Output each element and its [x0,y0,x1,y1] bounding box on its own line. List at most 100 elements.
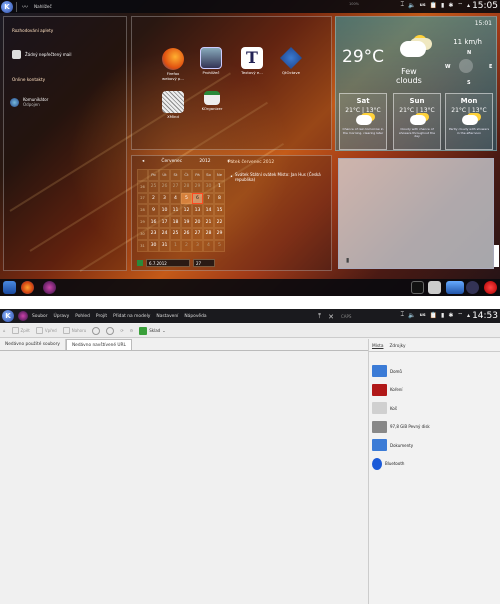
back-icon[interactable] [92,326,101,335]
maximize-icon[interactable]: ⤒ [318,312,321,321]
reload-icon[interactable]: ⟳ [120,328,123,333]
app-korganizer[interactable]: KOrganizer [192,91,232,112]
mail-item[interactable]: Žádný nepřečtený mail [12,50,71,59]
week-input[interactable]: 27 [193,259,215,267]
icons-view-button[interactable]: Zpět [11,327,30,334]
calendar-day[interactable]: 20 [192,216,203,228]
tray-expand-icon[interactable]: ▴ [467,2,470,9]
prev-month-icon[interactable]: ◂ [142,159,144,164]
calendar-day[interactable]: 30 [148,239,159,252]
split-button[interactable]: Sklad ⌄ [139,326,166,335]
calendar-day[interactable]: 7 [203,192,214,205]
kde-menu-icon[interactable]: K [1,0,13,13]
date-input[interactable]: 6.7.2012 [146,259,190,267]
calendar-day[interactable]: 23 [148,227,159,240]
power-icon[interactable] [484,281,497,294]
calendar-day[interactable]: 19 [181,216,192,228]
panel-clock[interactable]: 15:05 [472,1,498,11]
file-view[interactable] [0,352,368,604]
calendar-day[interactable]: 2 [181,239,192,252]
calendar-day[interactable]: 21 [203,216,214,228]
terminal-icon[interactable] [411,281,424,294]
details-view-button[interactable]: Vpřed [35,327,57,334]
calendar-day[interactable]: 25 [170,227,181,240]
window-icon[interactable]: 〰 [22,2,28,11]
trash-icon[interactable] [428,281,441,294]
folder-icon[interactable] [446,281,464,294]
tab-sources[interactable]: Zdrojky [389,344,405,349]
calendar-day[interactable]: 15 [214,204,225,217]
calendar-day[interactable]: 11 [170,204,181,217]
panel-tab[interactable] [494,245,499,267]
calendar-day[interactable]: 16 [148,216,159,228]
app-qtoctave[interactable]: QtOctave [271,47,311,76]
calendar-day[interactable]: 22 [214,216,225,228]
calendar-day[interactable]: 18 [170,216,181,228]
keyboard-layout[interactable]: us [420,3,426,8]
wifi-icon[interactable]: ⌔ [457,1,463,9]
app-text-editor[interactable]: T Textový e... [232,47,272,76]
place-item[interactable]: Bluetooth [372,457,404,470]
wifi-icon[interactable]: ⌔ [457,311,463,319]
calendar-day[interactable]: 1 [214,180,225,193]
calendar-day[interactable]: 28 [181,180,192,193]
today-icon[interactable] [137,260,143,266]
calendar-day[interactable]: 29 [214,227,225,240]
calendar-day[interactable]: 26 [159,180,170,193]
calendar-day[interactable]: 17 [159,216,170,228]
app-viewer[interactable]: Prohlížeč [191,47,231,76]
firefox-taskbar-icon[interactable] [21,281,34,294]
menu-item[interactable]: Projít [96,314,107,319]
calendar-day[interactable]: 4 [170,192,181,205]
calendar-day[interactable]: 9 [148,204,159,217]
panel-clock[interactable]: 14:53 [472,311,498,321]
desktop-icon[interactable] [3,281,16,294]
calendar-day[interactable]: 24 [159,227,170,240]
battery-icon[interactable]: ▮ [441,2,444,9]
calendar-day[interactable]: 4 [203,239,214,252]
active-window-title[interactable]: Nahlížeč [34,4,52,9]
calendar-month[interactable]: Červenec [161,159,182,164]
tab-recent-files[interactable]: Nedávno použité soubory [0,339,66,350]
calendar-day[interactable]: 3 [192,239,203,252]
calendar-day[interactable]: 29 [192,180,203,193]
calendar-day[interactable]: 12 [181,204,192,217]
menu-item[interactable]: Pohled [75,314,90,319]
place-item[interactable]: Dokumenty [372,439,413,451]
menu-item[interactable]: Úpravy [54,314,70,319]
stop-icon[interactable]: ⚙ [130,328,134,333]
menu-item[interactable]: Přidat na modely [113,314,150,319]
volume-icon[interactable]: 🔈 [408,312,415,319]
tab-places[interactable]: Místa [372,344,383,349]
tray-expand-icon[interactable]: ▴ [467,312,470,319]
app-xmind[interactable]: XMind [153,91,193,120]
keyboard-layout[interactable]: us [420,313,426,318]
forward-icon[interactable] [106,326,115,335]
calendar-day[interactable]: 27 [192,227,203,240]
calendar-day[interactable]: 5 [214,239,225,252]
menu-item[interactable]: Soubor [32,314,48,319]
calendar-day[interactable]: 26 [181,227,192,240]
calendar-day[interactable]: 13 [192,204,203,217]
menu-item[interactable]: Nastavení [156,314,178,319]
contact-item[interactable]: Komunikátor Odpojen [10,97,48,107]
place-item[interactable]: Koš [372,402,397,414]
tab-recent-urls[interactable]: Nedávno navštívené URL [65,339,132,350]
calendar-day[interactable]: 2 [148,192,159,205]
calendar-day[interactable]: 27 [170,180,181,193]
usb-icon[interactable] [466,281,479,294]
volume-icon[interactable]: 🔈 [408,2,415,9]
app-icon[interactable] [18,311,28,321]
app-firefox[interactable]: Firefox webový p... [153,48,193,81]
place-item[interactable]: Domů [372,365,402,377]
place-item[interactable]: 97,8 GiB Pevný disk [372,420,430,433]
bluetooth-icon[interactable]: ✱ [448,312,453,319]
calendar-day[interactable]: 1 [170,239,181,252]
calendar-day[interactable]: 28 [203,227,214,240]
bluetooth-icon[interactable]: ✱ [448,2,453,9]
close-icon[interactable]: ✕ [328,313,334,321]
network-icon[interactable]: ⌶ [401,1,405,9]
kde-menu-icon[interactable]: K [2,310,14,322]
calendar-day[interactable]: 3 [159,192,170,205]
menu-item[interactable]: Nápověda [184,314,206,319]
